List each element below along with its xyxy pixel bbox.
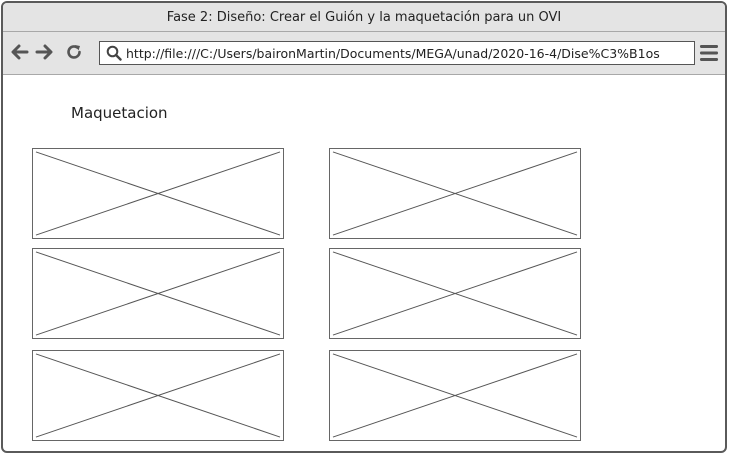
image-placeholder <box>329 350 581 441</box>
image-placeholder <box>329 248 581 339</box>
search-icon <box>104 43 124 63</box>
window-titlebar: Fase 2: Diseño: Crear el Guión y la maqu… <box>3 3 725 32</box>
browser-window: Fase 2: Diseño: Crear el Guión y la maqu… <box>1 1 727 453</box>
browser-toolbar <box>3 32 725 75</box>
back-arrow-icon <box>11 44 29 60</box>
menu-button[interactable] <box>699 43 719 63</box>
reload-icon <box>67 45 81 59</box>
image-placeholder <box>32 148 284 239</box>
hamburger-menu-icon <box>700 45 718 61</box>
address-bar[interactable] <box>99 41 695 65</box>
page-heading: Maquetacion <box>71 104 168 122</box>
url-input[interactable] <box>126 43 694 63</box>
reload-button[interactable] <box>63 41 85 63</box>
window-title: Fase 2: Diseño: Crear el Guión y la maqu… <box>166 9 562 25</box>
forward-arrow-icon <box>35 44 53 60</box>
image-placeholder <box>32 248 284 339</box>
forward-button[interactable] <box>33 41 55 63</box>
image-placeholder <box>329 148 581 239</box>
back-button[interactable] <box>9 41 31 63</box>
image-placeholder <box>32 350 284 441</box>
page-content: Maquetacion <box>3 75 725 451</box>
